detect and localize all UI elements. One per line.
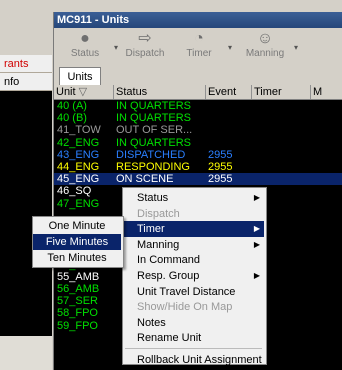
status-cell: IN QUARTERS [116,100,191,112]
tab-units[interactable]: Units [59,67,101,86]
menu-item-show-hide-on-map: Show/Hide On Map [123,299,264,315]
status-cell: DISPATCHED [116,148,186,161]
timer-option-five-minutes[interactable]: Five Minutes [33,234,121,250]
timer-option-ten-minutes[interactable]: Ten Minutes [33,250,121,266]
menu-item-label: Timer [137,223,165,236]
unit-cell: 46_SQ [57,185,92,198]
grid-header: Unit ▽ Status Event Timer M [54,85,342,100]
unit-cell: 57_SER [57,295,98,308]
manning-icon: ☺ [256,30,274,47]
table-row[interactable]: 41_TOW OUT OF SER... [54,124,342,136]
menu-item-manning[interactable]: Manning ▶ [123,237,264,253]
menu-separator [125,348,262,349]
menu-item-label: Resp. Group [137,270,200,282]
left-panel-footer [0,336,52,370]
left-panel: rants nfo [0,0,52,370]
table-row[interactable]: 40 (B) IN QUARTERS [54,112,342,124]
unit-cell: 45_ENG [57,173,100,186]
menu-item-label: Show/Hide On Map [137,301,233,314]
submenu-arrow-icon: ▶ [253,239,260,249]
timer-submenu: One Minute Five Minutes Ten Minutes [32,216,124,268]
column-header-timer[interactable]: Timer [252,85,311,99]
unit-cell: 47_ENG [57,197,100,210]
event-cell: 2955 [208,161,233,173]
window-title: MC911 - Units [54,12,342,28]
unit-cell: 59_FPO [57,319,98,332]
timer-dropdown-arrow-icon[interactable]: ▾ [228,43,232,52]
unit-cell: 56_AMB [57,283,100,295]
menu-item-notes[interactable]: Notes [123,315,264,331]
column-header-status[interactable]: Status [114,85,206,99]
left-tab-warrants[interactable]: rants [0,55,52,73]
manning-dropdown-arrow-icon[interactable]: ▾ [294,43,298,52]
dispatch-arrow-icon: ⇨ [138,30,152,47]
menu-item-label: Status [137,192,169,204]
table-row[interactable]: 45_ENG ON SCENE 2955 [54,173,342,186]
unit-cell: 43_ENG [57,148,100,161]
filter-icon[interactable]: ▽ [79,86,87,98]
unit-cell: 40 (A) [57,100,87,112]
dispatch-button[interactable]: ⇨ Dispatch [120,30,170,64]
left-panel-top [0,0,52,52]
manning-button[interactable]: ☺ Manning [240,30,290,64]
status-cell: IN QUARTERS [116,112,191,125]
menu-item-unit-travel-distance[interactable]: Unit Travel Distance [123,284,264,300]
menu-item-in-command[interactable]: In Command [123,252,264,268]
column-header-unit-label: Unit [56,86,76,98]
toolbar: ● Status ▾ ⇨ Dispatch ◔ Timer ▾ ☺ Mannin… [54,28,342,64]
table-row[interactable]: 43_ENG DISPATCHED 2955 [54,149,342,161]
status-cell: OUT OF SER... [116,124,193,137]
menu-item-label: Rollback Unit Assignment [137,354,262,366]
submenu-arrow-icon: ▶ [253,271,260,280]
unit-cell: 41_TOW [57,124,101,137]
timer-button-label: Timer [186,48,212,59]
submenu-arrow-icon: ▶ [253,224,260,234]
status-cell: RESPONDING [116,161,190,173]
menu-item-label: Rename Unit [137,332,202,345]
left-panel-content [0,91,52,336]
menu-item-resp-group[interactable]: Resp. Group ▶ [123,268,264,284]
menu-item-timer[interactable]: Timer ▶ [123,221,264,238]
table-row[interactable]: 42_ENG IN QUARTERS [54,137,342,149]
menu-item-label: In Command [137,254,200,267]
menu-item-rollback-unit-assignment[interactable]: Rollback Unit Assignment [123,352,264,368]
menu-item-label: Notes [137,316,166,329]
unit-cell: 40 (B) [57,112,87,125]
column-header-m[interactable]: M [311,85,342,99]
menu-item-rename-unit[interactable]: Rename Unit [123,330,264,346]
timer-button[interactable]: ◔ Timer [174,30,224,64]
status-cell: ON SCENE [116,173,174,186]
menu-item-status[interactable]: Status ▶ [123,190,264,206]
unit-cell: 42_ENG [57,136,100,149]
menu-item-label: Dispatch [137,207,180,220]
column-header-event[interactable]: Event [206,85,252,99]
tab-row: Units [54,67,342,86]
unit-cell: 44_ENG [57,161,100,173]
menu-item-label: Manning [137,238,180,251]
column-header-unit[interactable]: Unit ▽ [54,85,114,99]
menu-item-dispatch: Dispatch [123,206,264,222]
unit-cell: 58_FPO [57,307,98,320]
menu-item-label: Unit Travel Distance [137,285,236,298]
status-icon: ● [80,30,90,47]
unit-context-menu: Status ▶ Dispatch Timer ▶ Manning ▶ In Command R… [122,187,267,368]
timer-icon: ◔ [194,30,204,47]
event-cell: 2955 [208,173,233,186]
status-cell: IN QUARTERS [116,136,191,149]
status-dropdown-arrow-icon[interactable]: ▾ [114,43,118,52]
table-row[interactable]: 44_ENG RESPONDING 2955 [54,161,342,173]
table-row[interactable]: 40 (A) IN QUARTERS [54,100,342,112]
status-button[interactable]: ● Status [60,30,110,64]
timer-option-one-minute[interactable]: One Minute [33,218,121,234]
manning-button-label: Manning [245,48,285,59]
event-cell: 2955 [208,148,233,161]
dispatch-button-label: Dispatch [125,48,165,59]
unit-cell: 55_AMB [57,270,100,283]
submenu-arrow-icon: ▶ [253,193,260,202]
status-button-label: Status [70,48,100,59]
left-tab-info[interactable]: nfo [0,73,52,91]
